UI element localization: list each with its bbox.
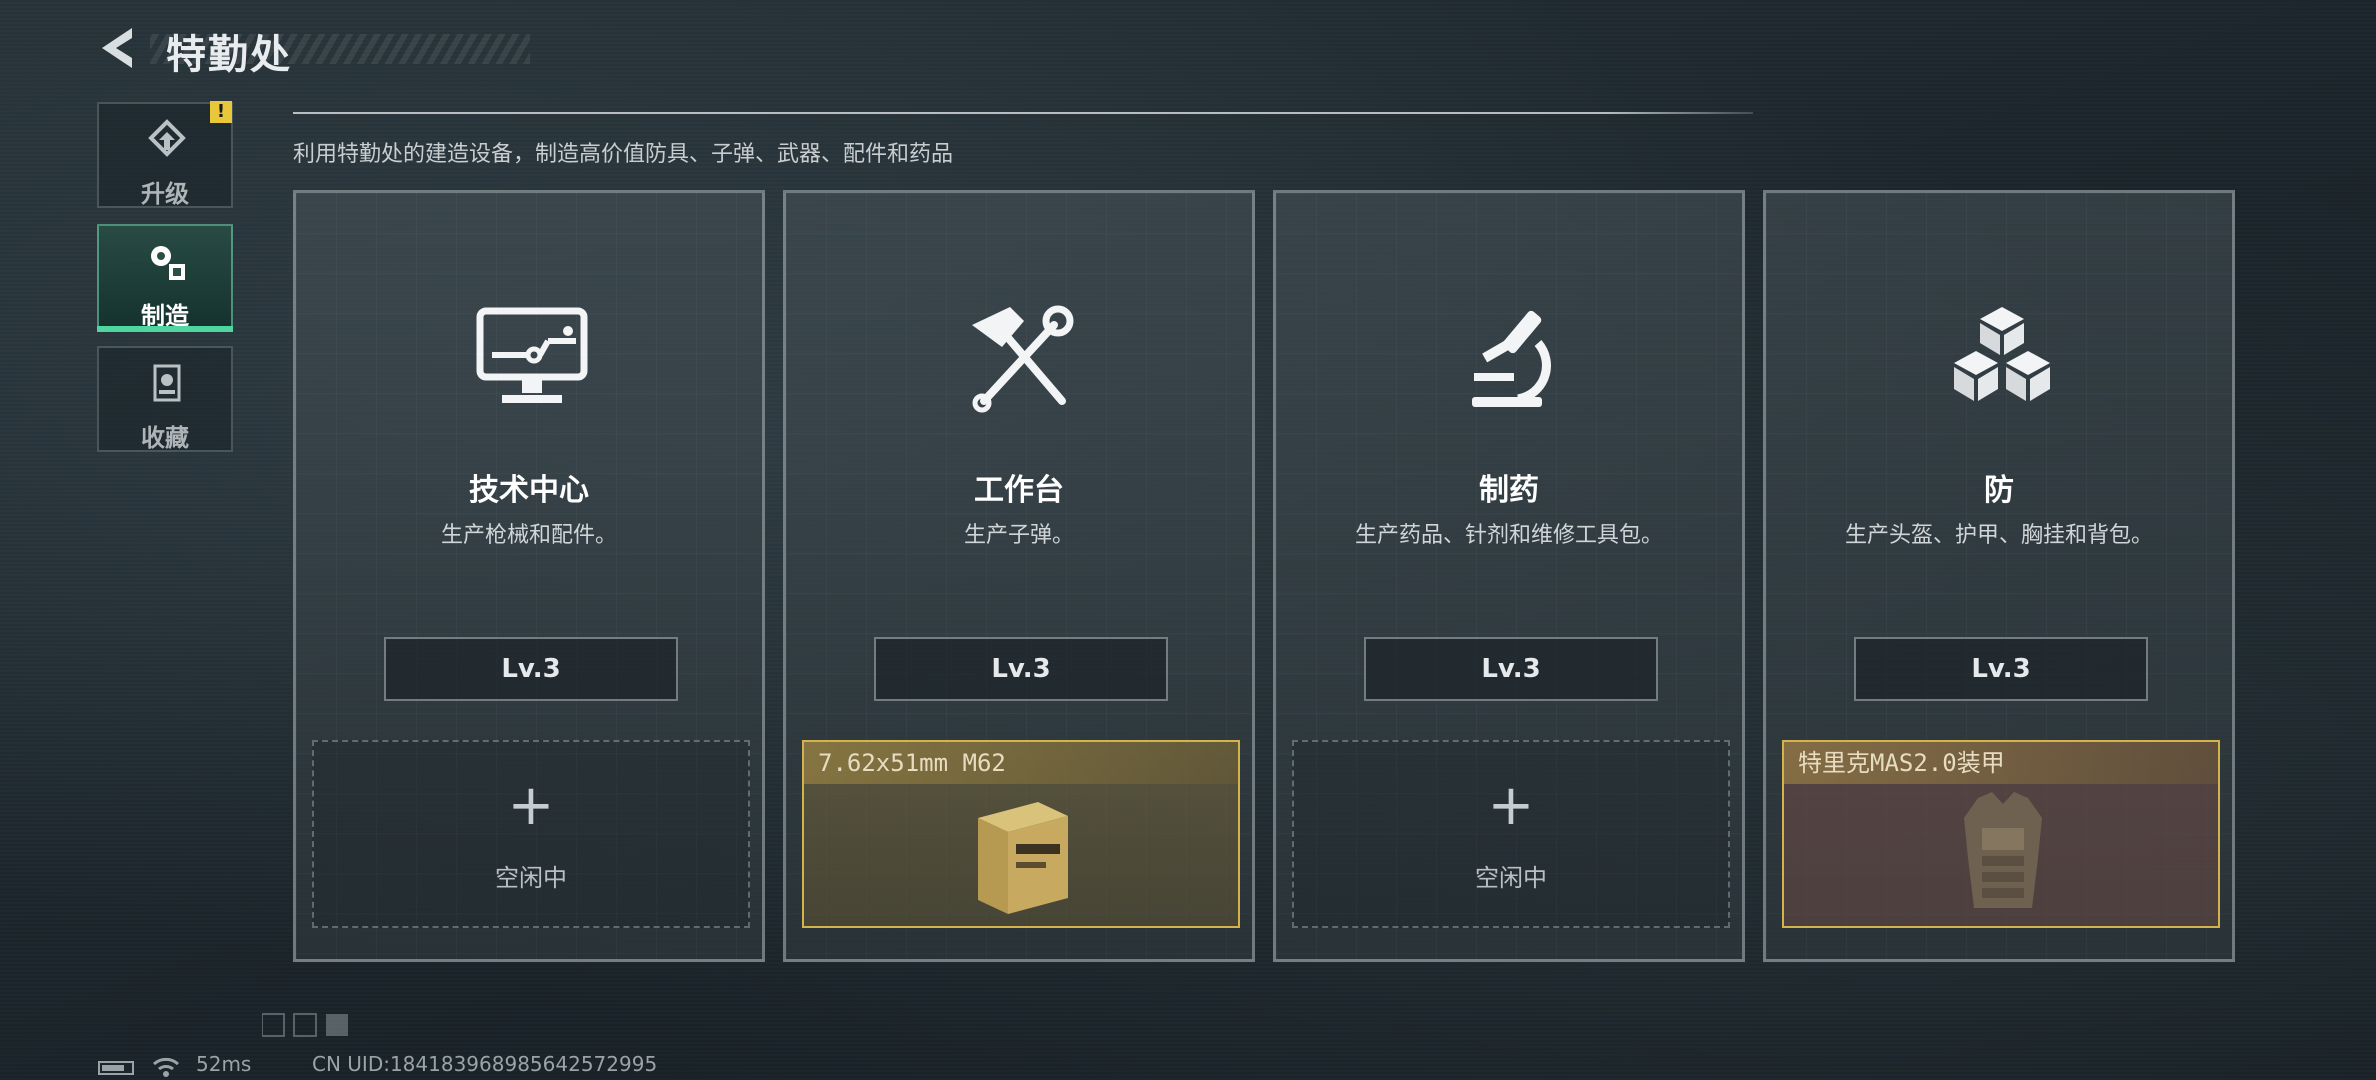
- wifi-icon: [153, 1057, 179, 1077]
- upgrade-icon: [148, 119, 186, 157]
- facility-description: 生产子弹。: [963, 523, 1074, 548]
- slot-status: 空闲中: [495, 864, 567, 892]
- slot-item-name: 7.62x51mm M62: [804, 742, 1238, 784]
- page-subtitle: 利用特勤处的建造设备，制造高价值防具、子弹、武器、配件和药品: [293, 142, 954, 167]
- footer-decoration: [262, 1013, 348, 1037]
- collection-icon: [153, 364, 181, 402]
- active-indicator: [97, 326, 233, 332]
- facility-card-tech-center[interactable]: 技术中心 生产枪械和配件。 Lv.3 + 空闲中: [293, 190, 765, 962]
- production-slot-idle[interactable]: + 空闲中: [312, 740, 750, 928]
- facility-description: 生产枪械和配件。: [440, 523, 617, 548]
- plus-icon: +: [1487, 773, 1535, 838]
- hammer-wrench-icon: [972, 305, 1074, 413]
- slot-item-name: 特里克MAS2.0装甲: [1784, 742, 2218, 784]
- production-slot-idle[interactable]: + 空闲中: [1292, 740, 1730, 928]
- production-slot-busy[interactable]: 7.62x51mm M62: [802, 740, 1240, 928]
- microscope-icon: [1472, 310, 1551, 407]
- ammo-box-icon: [978, 802, 1068, 914]
- body-armor-icon: [1964, 792, 2042, 908]
- facility-name: 防: [1984, 473, 2014, 508]
- sidebar-item-label: 收藏: [141, 424, 189, 452]
- sidebar-item-craft[interactable]: 制造: [97, 224, 233, 330]
- computer-monitor-icon: [476, 307, 588, 403]
- facility-card-workbench[interactable]: 工作台 生产子弹。 Lv.3 7.62x51mm M62: [783, 190, 1255, 962]
- back-arrow-icon[interactable]: [96, 24, 140, 72]
- facility-name: 工作台: [974, 473, 1064, 508]
- slot-status: 空闲中: [1475, 864, 1547, 892]
- craft-gear-icon: [151, 246, 185, 280]
- facility-description: 生产药品、针剂和维修工具包。: [1354, 523, 1663, 548]
- sidebar-item-label: 升级: [141, 180, 189, 208]
- production-slot-busy[interactable]: 特里克MAS2.0装甲: [1782, 740, 2220, 928]
- cubes-icon: [1954, 307, 2050, 401]
- facility-level: Lv.3: [1854, 637, 2148, 701]
- facility-level: Lv.3: [384, 637, 678, 701]
- divider: [293, 112, 1753, 114]
- plus-icon: +: [507, 773, 555, 838]
- facility-level: Lv.3: [1364, 637, 1658, 701]
- facility-description: 生产头盔、护甲、胸挂和背包。: [1844, 523, 2153, 548]
- facility-card-pharmacy[interactable]: 制药 生产药品、针剂和维修工具包。 Lv.3 + 空闲中: [1273, 190, 1745, 962]
- page-title: 特勤处: [166, 32, 292, 78]
- facility-level: Lv.3: [874, 637, 1168, 701]
- sidebar-item-collection[interactable]: 收藏: [97, 346, 233, 452]
- side-decoration: [2260, 110, 2268, 290]
- uid-readout: CN UID:18418396898564257​2995: [312, 1052, 658, 1076]
- ping-readout: 52ms: [196, 1052, 252, 1076]
- facility-name: 技术中心: [469, 473, 589, 508]
- facility-card-armor[interactable]: 防 生产头盔、护甲、胸挂和背包。 Lv.3 特里克MAS2.0装甲: [1763, 190, 2235, 962]
- battery-icon: [98, 1061, 134, 1075]
- alert-badge: !: [210, 101, 232, 123]
- facility-name: 制药: [1479, 473, 1539, 508]
